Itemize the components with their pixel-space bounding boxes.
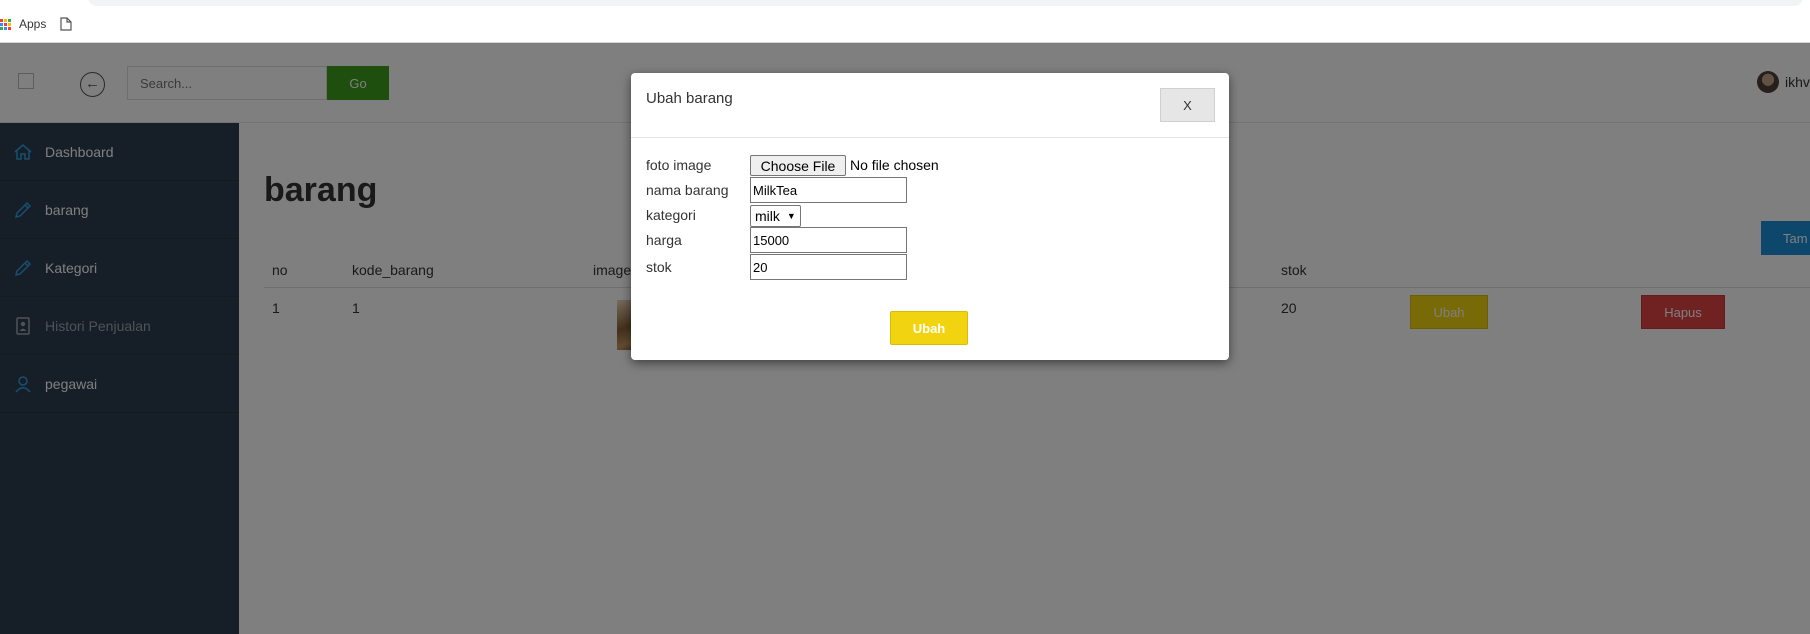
nama-barang-input[interactable] [750, 177, 907, 203]
modal-title: Ubah barang [646, 90, 733, 107]
page-icon [60, 17, 72, 31]
stok-label: stok [646, 259, 672, 275]
bookmark-page[interactable] [60, 13, 72, 35]
dropdown-arrow-icon: ▼ [786, 211, 796, 221]
stok-input[interactable] [750, 254, 907, 280]
nama-barang-label: nama barang [646, 182, 729, 198]
kategori-label: kategori [646, 207, 696, 223]
bookmark-apps-label: Apps [19, 17, 47, 31]
apps-grid-icon [0, 18, 11, 30]
edit-item-modal: Ubah barang X foto image Choose File No … [631, 73, 1229, 360]
kategori-select[interactable]: milk ▼ [750, 205, 801, 227]
bookmark-apps[interactable]: Apps [0, 13, 46, 35]
foto-label: foto image [646, 157, 712, 173]
submit-ubah-button[interactable]: Ubah [890, 311, 968, 345]
kategori-selected-value: milk [755, 208, 780, 224]
choose-file-button[interactable]: Choose File [750, 155, 846, 176]
harga-label: harga [646, 232, 682, 248]
address-bar[interactable] [88, 0, 1803, 6]
no-file-text: No file chosen [850, 157, 939, 173]
browser-chrome: Apps [0, 0, 1810, 43]
modal-header: Ubah barang X [631, 73, 1229, 138]
close-button[interactable]: X [1160, 88, 1215, 122]
harga-input[interactable] [750, 227, 907, 253]
